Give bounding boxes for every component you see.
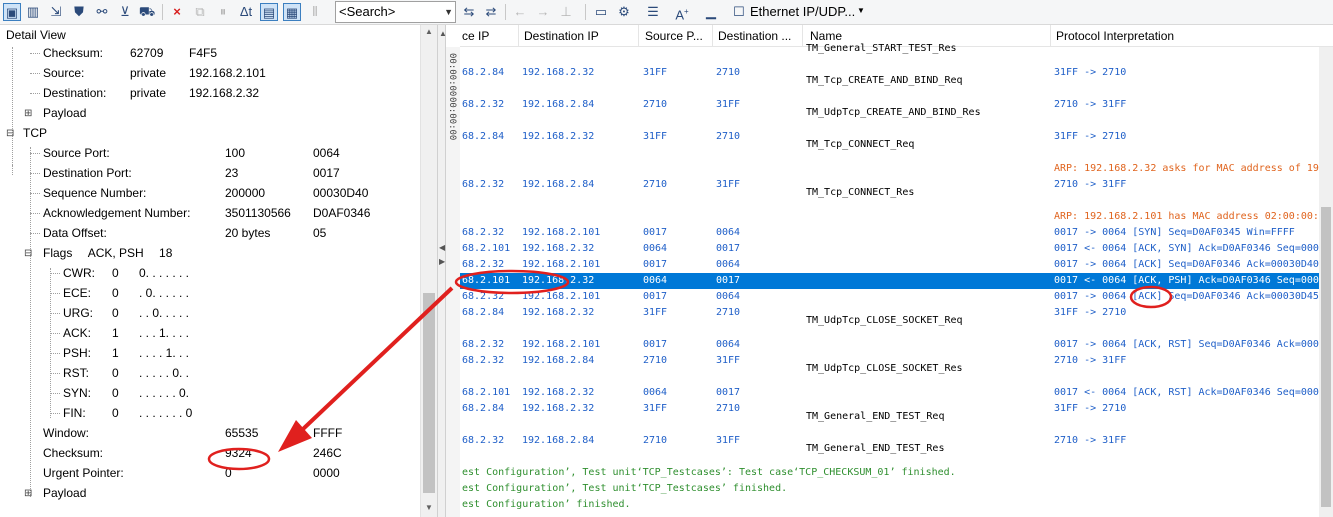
column-destination-port[interactable]: Destination ... xyxy=(718,29,791,43)
filter-label[interactable]: Ethernet IP/UDP... xyxy=(750,4,855,19)
time-column: 00:00:00 00:00:00 xyxy=(446,47,460,517)
table-row[interactable]: ARP: 192.168.2.32 asks for MAC address o… xyxy=(460,161,1319,177)
chevron-down-icon[interactable]: ▼ xyxy=(857,6,865,15)
pause-icon[interactable]: ⏸ xyxy=(214,3,232,21)
table-row[interactable]: TM_Tcp_CONNECT_Req xyxy=(460,139,1319,161)
trace-window: ce IP Destination IP Source P... Destina… xyxy=(446,25,1333,517)
search-input[interactable]: <Search> ▼ xyxy=(335,1,456,23)
expand-icon[interactable]: ⊞ xyxy=(24,108,32,119)
tree-node-tcp[interactable]: TCP xyxy=(23,126,47,140)
scrollbar-thumb[interactable] xyxy=(423,293,435,493)
table-row[interactable]: 68.2.101 192.168.2.32 0064 0017 0017 <- 0064… xyxy=(460,241,1319,257)
toolbar: ▣ ▥ ⇲ ⛊ ⚯ ⊻ ⛟ × ⧉ ⏸ Δt ▤ ▦ ⦀ <Search> ▼ ⇆… xyxy=(0,0,1333,25)
chevron-left-icon[interactable]: ◀ xyxy=(439,243,445,252)
window-row[interactable]: Window: 65535 FFFF xyxy=(43,426,342,440)
flag-bit-row[interactable]: PSH: 1. . . . 1. . . xyxy=(63,346,189,360)
forward-arrow-icon[interactable]: → xyxy=(534,3,552,21)
flag-bit-row[interactable]: ECE: 0. 0. . . . . . xyxy=(63,286,189,300)
ip-checksum-row[interactable]: Checksum: 62709 F4F5 xyxy=(43,46,217,60)
table-row[interactable]: TM_Tcp_CONNECT_Res xyxy=(460,187,1319,209)
ip-source-row[interactable]: Source: private 192.168.2.101 xyxy=(43,66,266,80)
flag-bit-row[interactable]: SYN: 0. . . . . . 0. xyxy=(63,386,189,400)
tree-node-flags[interactable]: Flags ACK, PSH 18 xyxy=(43,246,172,260)
flag-bit-row[interactable]: CWR: 0 0. . . . . . . xyxy=(63,266,189,280)
table-row[interactable]: 68.2.101 192.168.2.32 0064 0017 0017 <- 0064… xyxy=(460,385,1319,401)
table-row[interactable]: 68.2.32 192.168.2.101 0017 0064 0017 -> 0064… xyxy=(460,289,1319,305)
table-row[interactable]: 68.2.32 192.168.2.101 0017 0064 0017 -> 0064… xyxy=(460,225,1319,241)
binoculars-next-icon[interactable]: ⚯ xyxy=(93,3,111,21)
detail-view-icon[interactable]: ▣ xyxy=(3,3,21,21)
filter-icon[interactable]: ⊻ xyxy=(116,3,134,21)
log-line: est Configuration’, Test unit‘TCP_Testca… xyxy=(462,483,788,494)
detail-view-pane: Detail View Checksum: 62709 F4F5 Source:… xyxy=(0,25,437,517)
vertical-scrollbar[interactable] xyxy=(1319,47,1333,517)
vertical-scrollbar[interactable]: ▲ ▼ xyxy=(420,25,437,517)
ip-destination-row[interactable]: Destination: private 192.168.2.32 xyxy=(43,86,259,100)
log-line: est Configuration’ finished. xyxy=(462,499,631,510)
flag-bit-row[interactable]: FIN: 0. . . . . . . 0 xyxy=(63,406,192,420)
find-icon[interactable]: ⛟ xyxy=(138,3,156,21)
chart-icon[interactable]: ▥ xyxy=(24,3,42,21)
folder-icon[interactable]: ▭ xyxy=(592,3,610,21)
table-row-selected[interactable]: 68.2.101 192.168.2.32 0064 0017 0017 <- 0064… xyxy=(460,273,1319,289)
expand-icon[interactable]: ⊞ xyxy=(24,488,32,499)
table-row[interactable]: TM_General_END_TEST_Req xyxy=(460,411,1319,433)
column-destination-ip[interactable]: Destination IP xyxy=(524,29,599,43)
filter-check-icon[interactable]: ☐ xyxy=(730,3,748,21)
layout-icon[interactable]: ▁ xyxy=(702,3,720,21)
table-row[interactable]: TM_UdpTcp_CLOSE_SOCKET_Res xyxy=(460,363,1319,385)
chevron-down-icon[interactable]: ▼ xyxy=(444,2,453,22)
table-row[interactable]: 68.2.32 192.168.2.101 0017 0064 0017 -> 0064… xyxy=(460,337,1319,353)
tree-node-payload[interactable]: Payload xyxy=(43,106,86,120)
chevron-up-icon[interactable]: ▲ xyxy=(425,27,433,36)
scrollbar-thumb[interactable] xyxy=(1321,207,1331,507)
chevron-down-icon[interactable]: ▼ xyxy=(425,503,433,512)
line-style-icon[interactable]: ☰ xyxy=(644,3,662,21)
comment-icon[interactable]: ▦ xyxy=(283,3,301,21)
flag-bit-row[interactable]: ACK: 1. . . 1. . . . xyxy=(63,326,189,340)
tcp-field-row[interactable]: Destination Port: 23 0017 xyxy=(43,166,340,180)
column-source-ip[interactable]: ce IP xyxy=(462,29,489,43)
export-icon[interactable]: ⧉ xyxy=(191,3,209,21)
font-size-icon[interactable]: A+ xyxy=(673,3,691,22)
urgent-pointer-row[interactable]: Urgent Pointer: 0 0000 xyxy=(43,466,340,480)
binoculars-icon[interactable]: ⛊ xyxy=(70,3,88,21)
tcp-field-row[interactable]: Source Port: 100 0064 xyxy=(43,146,340,160)
chevron-right-icon[interactable]: ▶ xyxy=(439,257,445,266)
collapse-icon[interactable]: ⊟ xyxy=(6,128,14,139)
gear-folder-icon[interactable]: ⚙ xyxy=(615,3,633,21)
back-arrow-icon[interactable]: ← xyxy=(511,3,529,21)
table-row[interactable]: TM_UdpTcp_CREATE_AND_BIND_Res xyxy=(460,107,1319,129)
pane-splitter[interactable]: ▲ ◀ ▶ xyxy=(437,25,447,517)
tcp-field-row[interactable]: Sequence Number: 200000 00030D40 xyxy=(43,186,368,200)
checksum-value: 9324 xyxy=(225,446,252,460)
table-row[interactable]: TM_General_END_TEST_Res xyxy=(460,443,1319,465)
column-protocol-interpretation[interactable]: Protocol Interpretation xyxy=(1056,29,1174,43)
tcp-field-row[interactable]: Acknowledgement Number: 3501130566 D0AF034… xyxy=(43,206,370,220)
marker-icon[interactable]: ⊥ xyxy=(557,3,575,21)
autoscroll-icon[interactable]: ⇲ xyxy=(47,3,65,21)
table-row[interactable]: TM_General_START_TEST_Res xyxy=(460,43,1319,65)
delta-time-icon[interactable]: Δt xyxy=(237,3,255,21)
flag-bit-row[interactable]: URG: 0. . 0. . . . . xyxy=(63,306,189,320)
tree-node-payload[interactable]: Payload xyxy=(43,486,86,500)
bars-icon[interactable]: ⦀ xyxy=(306,3,324,21)
pane-title: Detail View xyxy=(6,28,66,42)
clear-icon[interactable]: × xyxy=(168,3,186,21)
tcp-checksum-row[interactable]: Checksum: 9324 246C xyxy=(43,446,342,460)
table-row[interactable]: ARP: 192.168.2.101 has MAC address 02:00… xyxy=(460,209,1319,225)
flag-bit-row[interactable]: RST: 0. . . . . 0. . xyxy=(63,366,189,380)
columns-icon[interactable]: ▤ xyxy=(260,3,278,21)
table-row[interactable]: TM_Tcp_CREATE_AND_BIND_Req xyxy=(460,75,1319,97)
tcp-field-row[interactable]: Data Offset: 20 bytes 05 xyxy=(43,226,326,240)
log-line: est Configuration’, Test unit‘TCP_Testca… xyxy=(462,467,956,478)
table-row[interactable]: 68.2.32 192.168.2.101 0017 0064 0017 -> 0064… xyxy=(460,257,1319,273)
next-match-icon[interactable]: ⇄ xyxy=(482,3,500,21)
collapse-icon[interactable]: ⊟ xyxy=(24,248,32,259)
column-source-port[interactable]: Source P... xyxy=(645,29,703,43)
prev-match-icon[interactable]: ⇆ xyxy=(460,3,478,21)
table-row[interactable]: TM_UdpTcp_CLOSE_SOCKET_Req xyxy=(460,315,1319,337)
